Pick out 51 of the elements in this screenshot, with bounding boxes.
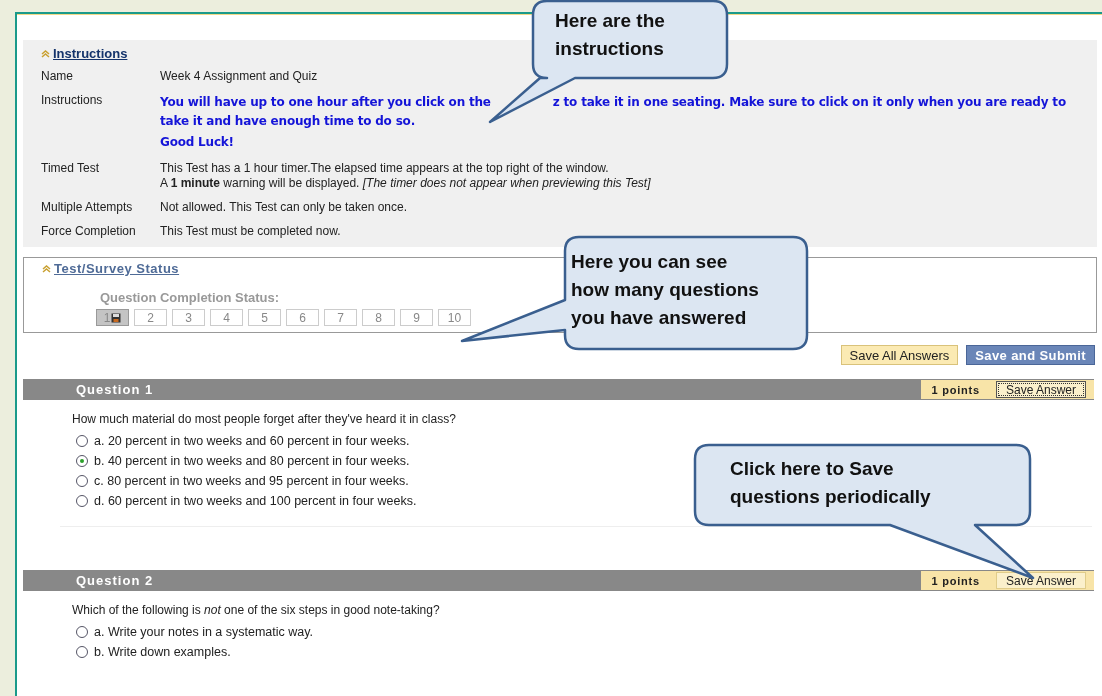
info-value: A 1 minute warning will be displayed. [The timer does not appear when previewing this Test]	[160, 176, 652, 191]
question-title: Question 2	[76, 573, 154, 588]
info-value: Not allowed. This Test can only be taken once.	[160, 200, 409, 215]
question-status-item[interactable]: 4	[210, 309, 243, 326]
chevron-up-icon	[41, 49, 50, 58]
radio-button[interactable]	[76, 455, 88, 467]
radio-button[interactable]	[76, 435, 88, 447]
instructions-link[interactable]: Instructions	[41, 46, 128, 61]
status-link[interactable]: Test/Survey Status	[42, 261, 180, 276]
points-label: 1 points	[931, 574, 980, 587]
callout-text: Click here to Save questions periodically	[730, 457, 931, 509]
answer-option[interactable]: a. Write your notes in a systematic way.	[76, 625, 314, 639]
radio-button[interactable]	[76, 626, 88, 638]
question-status-item[interactable]: 9	[400, 309, 433, 326]
answer-option[interactable]: b. 40 percent in two weeks and 80 percent in four weeks.	[76, 454, 410, 468]
question-status-item[interactable]: 10	[438, 309, 471, 326]
instruction-text: Good Luck!	[160, 134, 235, 151]
save-answer-button[interactable]: Save Answer	[995, 572, 1086, 589]
submit-button[interactable]: Save and Submit	[966, 345, 1095, 365]
question-status-item[interactable]: 2	[134, 309, 167, 326]
info-label: Instructions	[41, 93, 104, 109]
answer-option[interactable]: b. Write down examples.	[76, 645, 231, 659]
save-all-button[interactable]: Save All Answers	[840, 345, 959, 365]
question-status-item[interactable]: 3	[172, 309, 205, 326]
radio-button[interactable]	[76, 475, 88, 487]
question-title: Question 1	[76, 382, 154, 397]
info-value: This Test has a 1 hour timer.The elapsed time appears at the top right of the window.	[160, 161, 610, 176]
answer-option[interactable]: c. 80 percent in two weeks and 95 percent in four weeks.	[76, 474, 409, 488]
radio-button[interactable]	[76, 495, 88, 507]
info-value: Week 4 Assignment and Quiz	[160, 69, 319, 84]
completion-caption: Question Completion Status:	[100, 290, 280, 305]
info-label: Timed Test	[41, 161, 101, 177]
info-label: Force Completion	[41, 224, 137, 239]
info-label: Name	[41, 69, 74, 84]
save-answer-button[interactable]: Save Answer	[995, 381, 1086, 398]
question-prompt: Which of the following is not one of the six steps in good note-taking?	[72, 603, 441, 617]
callout-text: Here you can see how many questions you have answered	[571, 250, 759, 330]
radio-button[interactable]	[76, 646, 88, 658]
points-label: 1 points	[931, 383, 980, 396]
chevron-up-icon	[42, 264, 51, 273]
question-status-item[interactable]: 5	[248, 309, 281, 326]
callout-text: Here are the instructions	[555, 9, 665, 61]
instruction-text: You will have up to one hour after you click on the z to take it in one seating. Make sure to click on it only when you are ready to take it and have enough time to do so.	[160, 94, 1067, 130]
info-value: This Test must be completed now.	[160, 224, 342, 239]
info-label: Multiple Attempts	[41, 200, 134, 215]
question-prompt: How much material do most people forget after they've heard it in class?	[72, 412, 457, 426]
answer-option[interactable]: a. 20 percent in two weeks and 60 percent in four weeks.	[76, 434, 410, 448]
answer-option[interactable]: d. 60 percent in two weeks and 100 percent in four weeks.	[76, 494, 417, 508]
question-status-item[interactable]: 6	[286, 309, 319, 326]
question-status-item[interactable]: 7	[324, 309, 357, 326]
question-status-item[interactable]: 8	[362, 309, 395, 326]
